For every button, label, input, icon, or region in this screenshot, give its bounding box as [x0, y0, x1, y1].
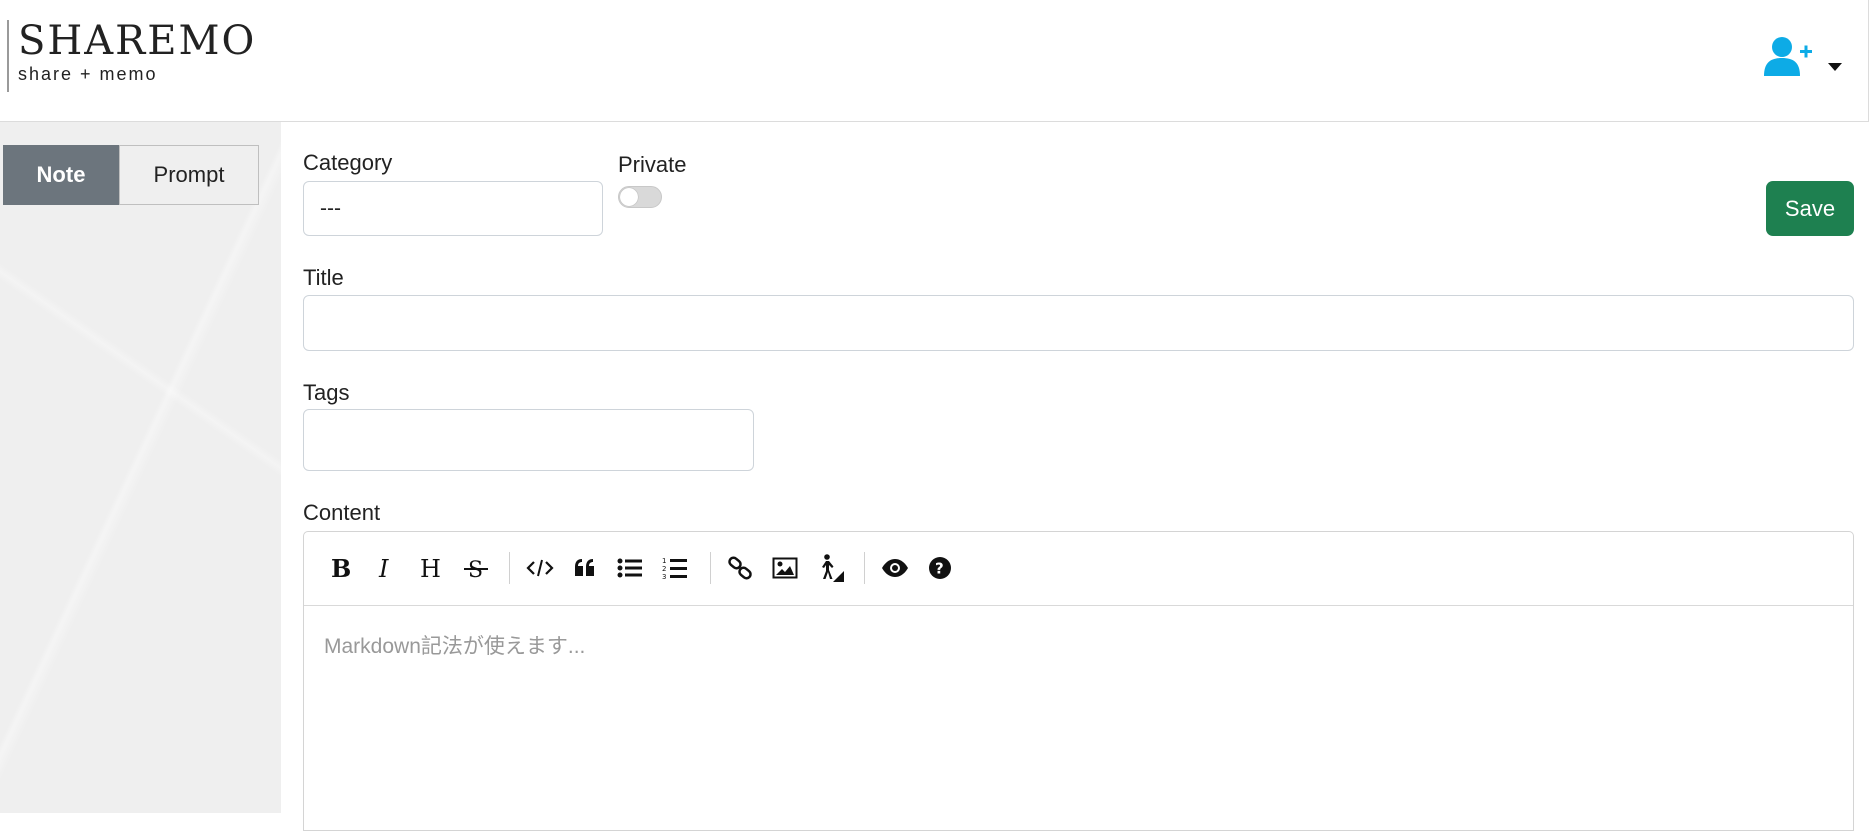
quote-icon[interactable]	[567, 550, 603, 586]
svg-text:I: I	[378, 555, 389, 581]
tags-input[interactable]	[303, 409, 754, 471]
accessibility-icon[interactable]	[812, 550, 848, 586]
category-select[interactable]: ---	[303, 181, 603, 236]
svg-text:?: ?	[935, 560, 944, 578]
sidebar: Note Prompt	[0, 122, 281, 813]
image-icon[interactable]	[767, 550, 803, 586]
bold-icon[interactable]: B	[322, 550, 358, 586]
note-type-toggle: Note Prompt	[3, 145, 259, 205]
preview-icon[interactable]	[877, 550, 913, 586]
title-label: Title	[303, 265, 344, 290]
svg-text:B: B	[331, 555, 351, 581]
title-input[interactable]	[303, 295, 1854, 351]
toolbar-divider	[710, 552, 711, 584]
category-label: Category	[303, 150, 393, 175]
italic-icon[interactable]: I	[368, 550, 404, 586]
prompt-tab-button[interactable]: Prompt	[119, 145, 259, 205]
user-menu-dropdown[interactable]	[1762, 36, 1842, 80]
tags-label: Tags	[303, 380, 350, 405]
note-tab-button[interactable]: Note	[3, 145, 119, 205]
unordered-list-icon[interactable]	[612, 550, 648, 586]
logo-subtitle: share + memo	[18, 64, 158, 84]
sharemo-logo[interactable]: SHAREMO share + memo	[7, 20, 256, 92]
switch-knob	[620, 188, 638, 206]
toolbar-divider	[864, 552, 865, 584]
svg-text:3: 3	[662, 573, 666, 580]
toolbar-divider	[509, 552, 510, 584]
svg-text:2: 2	[662, 565, 666, 573]
content-label: Content	[303, 500, 381, 525]
code-icon[interactable]	[522, 550, 558, 586]
svg-text:H: H	[420, 555, 441, 581]
help-icon[interactable]: ?	[922, 550, 958, 586]
user-plus-icon	[1764, 37, 1812, 76]
strikethrough-icon[interactable]: S	[458, 550, 494, 586]
link-icon[interactable]	[722, 550, 758, 586]
markdown-editor: B I H S 123 ? Markdown記法が使えます...	[303, 531, 1854, 831]
chevron-down-icon	[1828, 63, 1842, 71]
logo-title: SHAREMO	[18, 18, 257, 64]
heading-icon[interactable]: H	[413, 550, 449, 586]
ordered-list-icon[interactable]: 123	[657, 550, 693, 586]
top-navbar: SHAREMO share + memo	[0, 0, 1869, 122]
private-label: Private	[618, 152, 687, 177]
save-button[interactable]: Save	[1766, 181, 1854, 236]
private-toggle-switch[interactable]	[618, 186, 662, 208]
content-placeholder[interactable]: Markdown記法が使えます...	[324, 630, 585, 660]
editor-toolbar: B I H S 123 ?	[304, 532, 1853, 606]
svg-text:1: 1	[662, 557, 666, 565]
